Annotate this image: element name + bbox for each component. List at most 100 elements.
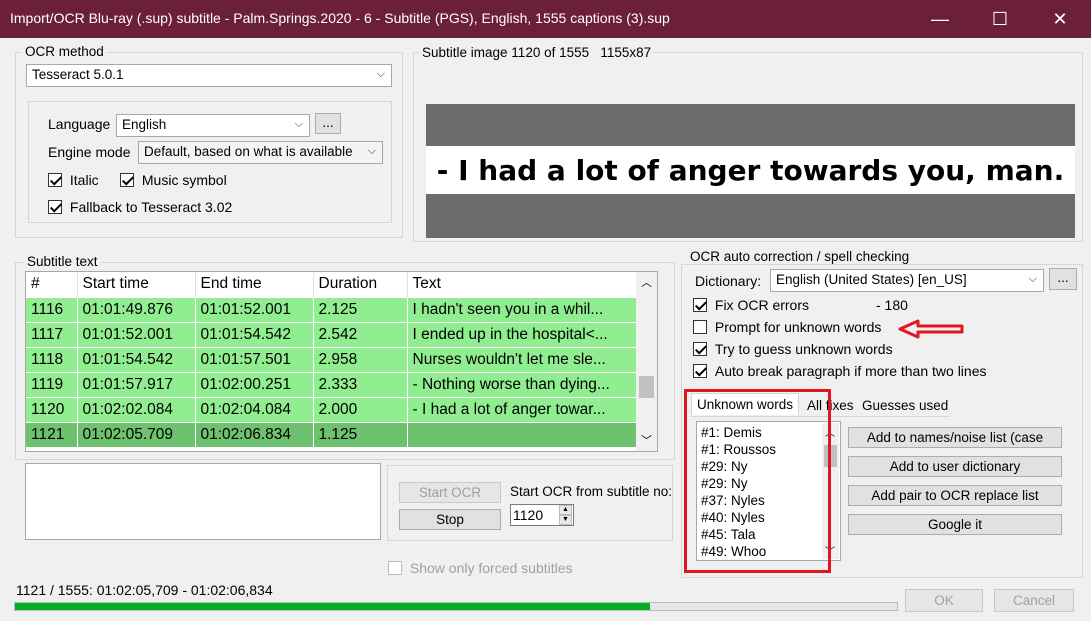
ok-button[interactable]: OK — [905, 589, 983, 612]
cell-duration: 2.542 — [313, 321, 408, 347]
try-guess-checkbox[interactable]: Try to guess unknown words — [693, 341, 893, 357]
chevron-down-icon[interactable]: ﹀ — [641, 432, 652, 448]
cell-start: 01:02:02.084 — [77, 396, 196, 422]
checkbox-box — [48, 200, 62, 214]
tab-guesses-used[interactable]: Guesses used — [857, 395, 953, 416]
subtitle-image-text: - I had a lot of anger towards you, man. — [436, 153, 1065, 187]
start-from-label: Start OCR from subtitle no: — [510, 484, 673, 499]
checkbox-box — [48, 173, 62, 187]
italic-checkbox[interactable]: Italic — [48, 172, 99, 188]
dictionary-label: Dictionary: — [695, 273, 762, 289]
add-user-dictionary-button[interactable]: Add to user dictionary — [848, 456, 1062, 477]
cell-number: 1119 — [26, 371, 78, 397]
title-bar: Import/OCR Blu-ray (.sup) subtitle - Pal… — [0, 0, 1091, 38]
minimize-button[interactable]: — — [909, 0, 971, 38]
subtitle-image: - I had a lot of anger towards you, man. — [426, 104, 1075, 238]
add-names-button[interactable]: Add to names/noise list (case — [848, 427, 1062, 448]
stop-button[interactable]: Stop — [399, 509, 501, 530]
table-row[interactable]: 1119 01:01:57.917 01:02:00.251 2.333 - N… — [26, 371, 638, 397]
engine-mode-value: Default, based on what is available — [144, 144, 353, 159]
italic-label: Italic — [69, 172, 99, 188]
cancel-button[interactable]: Cancel — [994, 589, 1074, 612]
engine-mode-label: Engine mode — [48, 144, 131, 160]
cell-text: - Nothing worse than dying... — [407, 371, 638, 397]
checkbox-box — [693, 320, 707, 334]
cell-duration: 2.000 — [313, 396, 408, 422]
table-header: # Start time End time Duration Text — [26, 272, 638, 297]
cell-duration: 1.125 — [313, 421, 408, 447]
close-button[interactable]: ✕ — [1029, 0, 1091, 38]
cell-text: Nurses wouldn't let me sle... — [407, 346, 638, 372]
annotation-arrow-icon — [898, 319, 964, 339]
subtitle-text-label: Subtitle text — [24, 254, 101, 269]
checkbox-box — [120, 173, 134, 187]
table-row[interactable]: 1118 01:01:54.542 01:01:57.501 2.958 Nur… — [26, 346, 638, 372]
subtitle-table: # Start time End time Duration Text 1116… — [26, 272, 638, 447]
auto-break-checkbox[interactable]: Auto break paragraph if more than two li… — [693, 363, 987, 379]
table-row[interactable]: 1120 01:02:02.084 01:02:04.084 2.000 - I… — [26, 396, 638, 422]
try-guess-label: Try to guess unknown words — [714, 341, 893, 357]
start-from-spinner[interactable]: 1120 ▲ ▼ — [510, 504, 574, 526]
ocr-engine-value: Tesseract 5.0.1 — [32, 67, 124, 82]
cell-number: 1121 — [26, 421, 78, 447]
table-row[interactable]: 1116 01:01:49.876 01:01:52.001 2.125 I h… — [26, 296, 638, 322]
checkbox-box — [693, 364, 707, 378]
subtitle-text-editor[interactable] — [25, 463, 381, 540]
column-header-start[interactable]: Start time — [77, 272, 196, 297]
scrollbar-thumb[interactable] — [639, 376, 654, 398]
dictionary-select[interactable]: English (United States) [en_US] ⌵ — [770, 269, 1044, 292]
subtitle-list[interactable]: # Start time End time Duration Text 1116… — [25, 271, 658, 452]
checkbox-box — [693, 342, 707, 356]
cell-start: 01:02:05.709 — [77, 421, 196, 447]
ocr-engine-select[interactable]: Tesseract 5.0.1 ⌵ — [26, 64, 392, 87]
cell-end: 01:02:00.251 — [195, 371, 314, 397]
cell-duration: 2.125 — [313, 296, 408, 322]
fix-ocr-count: - 180 — [876, 297, 908, 313]
dictionary-value: English (United States) [en_US] — [776, 272, 967, 287]
start-ocr-button[interactable]: Start OCR — [399, 482, 501, 503]
google-it-button[interactable]: Google it — [848, 514, 1062, 535]
chevron-down-icon: ⌵ — [1028, 273, 1037, 285]
language-more-button[interactable]: ... — [315, 113, 341, 134]
cell-start: 01:01:57.917 — [77, 371, 196, 397]
fix-ocr-checkbox[interactable]: Fix OCR errors — [693, 297, 809, 313]
engine-mode-select[interactable]: Default, based on what is available ⌵ — [138, 141, 383, 164]
column-header-text[interactable]: Text — [407, 272, 638, 297]
cell-number: 1117 — [26, 321, 78, 347]
cell-end: 01:01:54.542 — [195, 321, 314, 347]
progress-bar — [14, 602, 898, 611]
cell-start: 01:01:52.001 — [77, 321, 196, 347]
column-header-number[interactable]: # — [26, 272, 78, 297]
autocorrect-label: OCR auto correction / spell checking — [687, 249, 913, 264]
cell-number: 1116 — [26, 296, 78, 322]
subtitle-image-strip: - I had a lot of anger towards you, man. — [426, 146, 1075, 194]
fallback-checkbox[interactable]: Fallback to Tesseract 3.02 — [48, 199, 232, 215]
dictionary-more-button[interactable]: ... — [1049, 268, 1077, 290]
cell-text — [407, 421, 638, 447]
column-header-duration[interactable]: Duration — [313, 272, 408, 297]
prompt-unknown-checkbox[interactable]: Prompt for unknown words — [693, 319, 881, 335]
language-select[interactable]: English ⌵ — [116, 114, 310, 137]
spin-down-icon[interactable]: ▼ — [559, 515, 572, 525]
show-forced-checkbox[interactable]: Show only forced subtitles — [388, 560, 573, 576]
chevron-up-icon[interactable]: ︿ — [641, 274, 652, 290]
spin-up-icon[interactable]: ▲ — [559, 505, 572, 515]
cell-duration: 2.958 — [313, 346, 408, 372]
column-header-end[interactable]: End time — [195, 272, 314, 297]
table-row-selected[interactable]: 1121 01:02:05.709 01:02:06.834 1.125 — [26, 421, 638, 447]
subtitle-image-label: Subtitle image 1120 of 1555 1155x87 — [419, 45, 655, 60]
status-text: 1121 / 1555: 01:02:05,709 - 01:02:06,834 — [16, 582, 273, 598]
fix-ocr-label: Fix OCR errors — [714, 297, 810, 313]
cell-text: I hadn't seen you in a whil... — [407, 296, 638, 322]
cell-text: I ended up in the hospital<... — [407, 321, 638, 347]
cell-number: 1120 — [26, 396, 78, 422]
table-row[interactable]: 1117 01:01:52.001 01:01:54.542 2.542 I e… — [26, 321, 638, 347]
maximize-button[interactable]: ☐ — [969, 0, 1031, 38]
add-pair-button[interactable]: Add pair to OCR replace list — [848, 485, 1062, 506]
language-label: Language — [48, 116, 111, 132]
cell-start: 01:01:49.876 — [77, 296, 196, 322]
prompt-unknown-label: Prompt for unknown words — [714, 319, 882, 335]
cell-end: 01:02:04.084 — [195, 396, 314, 422]
subtitle-list-scrollbar[interactable]: ︿ ﹀ — [636, 272, 657, 451]
music-symbol-checkbox[interactable]: Music symbol — [120, 172, 227, 188]
